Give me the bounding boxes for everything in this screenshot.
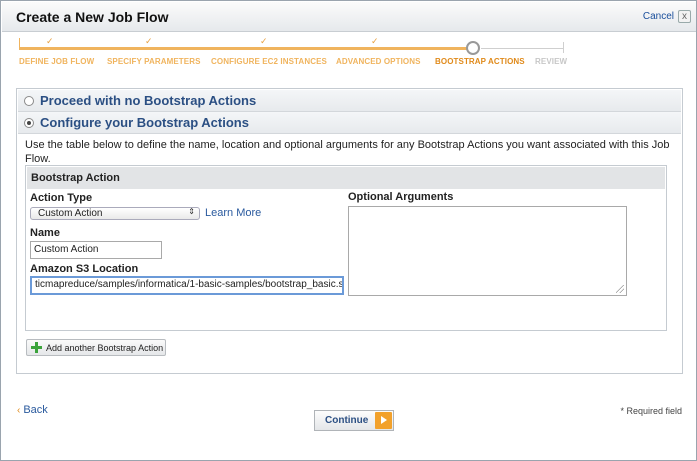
wizard-steps: ✓ ✓ ✓ ✓ DEFINE JOB FLOW SPECIFY PARAMETE…	[1, 32, 697, 72]
required-field-note: * Required field	[620, 406, 682, 416]
s3-location-label: Amazon S3 Location	[30, 263, 139, 275]
back-label: Back	[23, 404, 48, 416]
step-specify-parameters: SPECIFY PARAMETERS	[107, 57, 201, 66]
name-label: Name	[30, 227, 60, 239]
arrow-right-icon	[375, 412, 392, 429]
action-type-label: Action Type	[30, 192, 93, 204]
step-advanced-options: ADVANCED OPTIONS	[336, 57, 421, 66]
cancel-link[interactable]: Cancel	[643, 11, 674, 22]
select-arrows-icon: ⇕	[188, 207, 195, 216]
option-no-bootstrap-label: Proceed with no Bootstrap Actions	[40, 93, 257, 108]
table-header: Bootstrap Action	[27, 167, 665, 189]
check-icon: ✓	[371, 36, 379, 46]
optional-arguments-field[interactable]	[348, 206, 627, 296]
check-icon: ✓	[145, 36, 153, 46]
current-step-indicator	[466, 41, 480, 55]
radio-no-bootstrap[interactable]	[24, 96, 34, 106]
option-configure-bootstrap-label: Configure your Bootstrap Actions	[40, 115, 249, 130]
resize-grip-icon[interactable]	[616, 285, 624, 293]
step-end-marker	[563, 42, 564, 53]
s3-location-field[interactable]: ticmapreduce/samples/informatica/1-basic…	[30, 276, 344, 295]
create-job-flow-dialog: Create a New Job Flow Cancel x ✓ ✓ ✓ ✓ D…	[0, 0, 697, 461]
step-define-job-flow: DEFINE JOB FLOW	[19, 57, 95, 66]
dialog-titlebar: Create a New Job Flow Cancel x	[2, 2, 696, 32]
radio-configure-bootstrap[interactable]	[24, 118, 34, 128]
progress-line-remaining	[481, 48, 563, 49]
table-header-label: Bootstrap Action	[31, 172, 120, 184]
check-icon: ✓	[46, 36, 54, 46]
action-type-value: Custom Action	[38, 208, 103, 219]
continue-button[interactable]: Continue	[314, 410, 394, 431]
step-bootstrap-actions: BOOTSTRAP ACTIONS	[435, 57, 525, 66]
progress-line	[19, 47, 474, 50]
plus-icon	[31, 342, 42, 353]
bootstrap-action-table: Bootstrap Action Action Type Custom Acti…	[25, 165, 667, 331]
bootstrap-options-panel: Proceed with no Bootstrap Actions Config…	[16, 88, 683, 374]
dialog-title: Create a New Job Flow	[16, 9, 169, 25]
option-configure-bootstrap[interactable]: Configure your Bootstrap Actions	[18, 112, 681, 134]
continue-label: Continue	[325, 415, 369, 426]
step-marker	[19, 38, 20, 50]
name-field[interactable]: Custom Action	[30, 241, 162, 259]
chevron-left-icon: ‹	[17, 405, 21, 416]
optional-arguments-label: Optional Arguments	[348, 191, 454, 203]
option-no-bootstrap[interactable]: Proceed with no Bootstrap Actions	[18, 90, 681, 112]
close-icon[interactable]: x	[678, 10, 691, 23]
check-icon: ✓	[260, 36, 268, 46]
instructions-text: Use the table below to define the name, …	[25, 139, 670, 165]
add-bootstrap-action-label: Add another Bootstrap Action	[46, 343, 164, 353]
back-link[interactable]: ‹ Back	[17, 404, 48, 416]
step-review: REVIEW	[535, 57, 568, 66]
action-type-select[interactable]: Custom Action ⇕	[30, 207, 200, 220]
add-bootstrap-action-button[interactable]: Add another Bootstrap Action	[26, 339, 166, 356]
learn-more-link[interactable]: Learn More	[205, 207, 261, 219]
step-configure-ec2: CONFIGURE EC2 INSTANCES	[211, 57, 327, 66]
